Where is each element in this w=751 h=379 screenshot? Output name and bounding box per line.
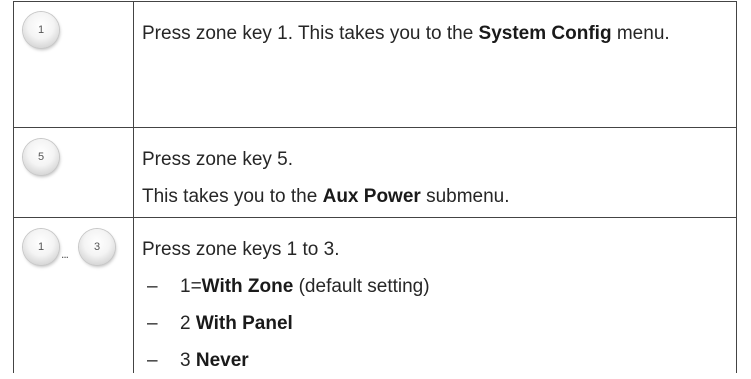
table-row: 1 Press zone key 1. This takes you to th… (13, 1, 737, 127)
zone-key-5-icon: 5 (23, 139, 59, 175)
instruction-text: Press zone key 1. This takes you to the … (135, 2, 736, 127)
key-cell: 1 ... 3 (14, 218, 134, 373)
zone-key-3-icon: 3 (79, 229, 115, 265)
option-prefix: 2 (180, 313, 196, 334)
instruction-line: Press zone key 5. (142, 149, 294, 170)
zone-key-label: 1 (37, 240, 45, 253)
instruction-text: Press zone key 5. This takes you to the … (135, 128, 736, 217)
option-name: Never (195, 350, 249, 371)
dash-bullet: – (147, 350, 158, 371)
range-ellipsis: ... (61, 247, 69, 261)
instruction-line: This takes you to the Aux Power submenu. (142, 178, 736, 215)
instruction-text: Press zone keys 1 to 3. – 1=With Zone (de… (135, 218, 736, 373)
option-item: – 1=With Zone (default setting) (142, 268, 736, 305)
zone-key-1-icon: 1 (23, 229, 59, 265)
zone-key-label: 1 (37, 23, 45, 36)
instruction-text-part: submenu. (420, 186, 510, 207)
dash-bullet: – (147, 276, 158, 297)
instruction-text-part: menu. (611, 23, 670, 44)
option-prefix: 1= (180, 276, 202, 297)
instruction-text-part: This takes you to the (142, 186, 323, 207)
option-name: With Zone (201, 276, 294, 297)
option-prefix: 3 (180, 350, 196, 371)
table-row: 5 Press zone key 5. This takes you to th… (13, 127, 737, 217)
key-cell: 5 (14, 128, 134, 217)
dash-bullet: – (147, 313, 158, 334)
option-item: – 2 With Panel (142, 305, 736, 342)
zone-key-label: 5 (37, 150, 45, 163)
key-cell: 1 (14, 2, 134, 127)
option-suffix: (default setting) (293, 276, 430, 297)
instruction-table: 1 Press zone key 1. This takes you to th… (13, 1, 737, 373)
submenu-name: Aux Power (322, 186, 421, 207)
instruction-line: Press zone keys 1 to 3. (142, 239, 340, 260)
option-item: – 3 Never (142, 342, 736, 379)
zone-key-1-icon: 1 (23, 12, 59, 48)
option-name: With Panel (195, 313, 293, 334)
instruction-text-part: Press zone key 1. This takes you to the (142, 23, 479, 44)
menu-name: System Config (478, 23, 612, 44)
table-row: 1 ... 3 Press zone keys 1 to 3. –1=With … (13, 217, 737, 373)
zone-key-label: 3 (93, 240, 101, 253)
